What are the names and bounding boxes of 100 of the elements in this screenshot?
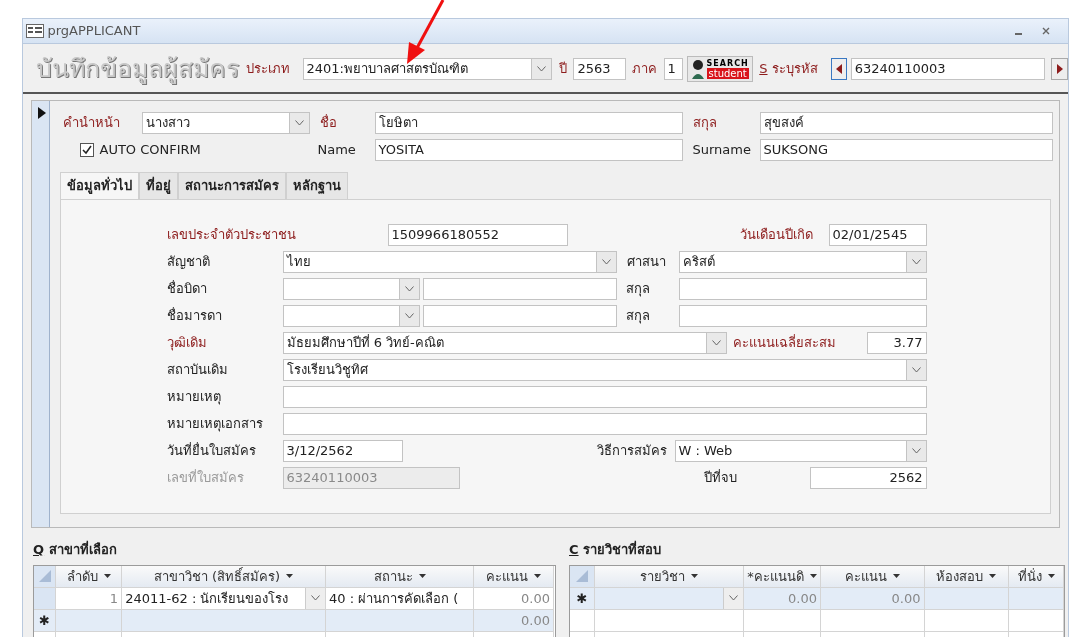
sort-arrow-icon xyxy=(809,574,817,578)
chevron-down-icon xyxy=(601,259,611,265)
term-label: ภาค xyxy=(632,60,657,79)
sort-arrow-icon xyxy=(691,574,699,578)
last-name-label: สกุล xyxy=(692,113,718,133)
row-selector[interactable]: ✱ xyxy=(570,587,595,610)
first-name-label: ชื่อ xyxy=(319,113,338,132)
dropdown-field[interactable]: มัธยมศึกษาปีที่ 6 วิทย์-คณิต xyxy=(282,332,727,354)
column-header[interactable]: ที่นั่ง xyxy=(1009,565,1064,588)
dropdown-field[interactable]: โรงเรียนวิชูทิศ xyxy=(282,359,927,381)
field-label: สกุล xyxy=(625,280,651,299)
column-header[interactable]: รายวิชา xyxy=(594,565,745,588)
auto-confirm-label: AUTO CONFIRM xyxy=(99,140,202,159)
tab[interactable]: หลักฐาน xyxy=(285,172,348,199)
text-field[interactable]: 3/12/2562 xyxy=(282,440,403,462)
record-code-field[interactable]: 63240110003 xyxy=(850,58,1045,80)
dropdown-field[interactable] xyxy=(282,278,420,300)
text-field[interactable]: 2562 xyxy=(809,467,927,489)
triangle-right-icon xyxy=(1056,64,1063,74)
field-label: วุฒิเดิม xyxy=(166,334,208,353)
last-name-field[interactable]: สุขสงค์ xyxy=(759,111,1053,134)
field-label: ชื่อมารดา xyxy=(166,306,223,326)
year-label: ปี xyxy=(558,60,567,79)
previous-record-button[interactable] xyxy=(830,58,848,80)
field-label: คะแนนเฉลี่ยสะสม xyxy=(732,333,837,353)
first-name-field[interactable]: โยษิตา xyxy=(374,111,683,134)
chevron-down-icon xyxy=(911,448,921,454)
name-label: Name xyxy=(317,140,357,159)
text-field[interactable] xyxy=(282,386,927,408)
chevron-down-icon xyxy=(294,119,304,126)
sort-arrow-icon xyxy=(534,574,541,578)
chevron-down-icon xyxy=(537,66,547,72)
form-icon xyxy=(26,24,45,38)
field-label: ศาสนา xyxy=(626,253,667,272)
sort-arrow-icon xyxy=(989,574,997,578)
surname-label: Surname xyxy=(692,140,752,159)
type-label: ประเภท xyxy=(245,60,290,79)
dropdown-field[interactable]: คริสต์ xyxy=(678,251,927,273)
text-field[interactable]: 02/01/2545 xyxy=(828,224,927,246)
close-icon xyxy=(1042,27,1051,35)
english-surname-field[interactable]: SUKSONG xyxy=(759,138,1053,161)
table-dropdown-cell[interactable]: 24011-62 : นักเรียนของโรง xyxy=(122,587,326,610)
chevron-down-icon xyxy=(711,340,721,346)
column-header[interactable]: ห้องสอบ xyxy=(924,565,1010,588)
checkbox[interactable] xyxy=(79,142,94,157)
field-label: วันเดือนปีเกิด xyxy=(738,226,813,245)
sort-arrow-icon xyxy=(892,574,900,578)
chevron-down-icon xyxy=(404,286,414,292)
table-cell: 0.00 xyxy=(474,609,554,632)
text-field[interactable]: 1509966180552 xyxy=(387,224,568,246)
year-field[interactable]: 2563 xyxy=(573,58,626,80)
tab[interactable]: ข้อมูลทั่วไป xyxy=(59,172,139,199)
title-dropdown[interactable]: นางสาว xyxy=(141,111,310,134)
record-code-label: S ระบุรหัส xyxy=(759,60,818,79)
empty-table-cell xyxy=(1009,609,1064,632)
column-header[interactable]: ลำดับ xyxy=(56,565,122,588)
search-student-button[interactable]: SEARCH student xyxy=(686,56,753,82)
row-selector[interactable]: ✱ xyxy=(34,609,56,632)
field-label: เลขที่ใบสมัคร xyxy=(166,468,245,488)
triangle-left-icon xyxy=(836,64,842,74)
dropdown-field[interactable] xyxy=(282,305,420,327)
program-type-dropdown[interactable]: 2401:พยาบาลศาสตรบัณฑิต xyxy=(302,58,553,80)
column-header[interactable]: สถานะ xyxy=(326,565,474,588)
field-label: สัญชาติ xyxy=(166,253,211,272)
text-field[interactable] xyxy=(678,278,927,300)
column-header[interactable]: *คะแนนดิ xyxy=(744,565,821,588)
text-field[interactable]: 3.77 xyxy=(866,332,927,354)
dropdown-field[interactable]: ไทย xyxy=(282,251,617,273)
field-label: ชื่อบิดา xyxy=(166,279,208,299)
row-selector[interactable] xyxy=(570,609,595,632)
sort-arrow-icon xyxy=(286,574,294,578)
select-all-corner[interactable] xyxy=(34,565,56,588)
chevron-down-icon xyxy=(911,367,921,373)
column-header[interactable]: สาขาวิชา (สิทธิ์สมัคร) xyxy=(122,565,326,588)
person-icon xyxy=(690,59,705,79)
row-selector[interactable] xyxy=(34,587,56,610)
text-field[interactable] xyxy=(678,305,927,327)
form-heading: บันทึกข้อมูลผู้สมัคร xyxy=(36,53,239,86)
dropdown-field[interactable]: W : Web xyxy=(674,440,927,462)
column-header[interactable]: คะแนน xyxy=(820,565,925,588)
text-field[interactable] xyxy=(422,305,617,327)
table-dropdown-cell[interactable] xyxy=(594,587,745,610)
text-field[interactable] xyxy=(282,413,927,435)
column-header[interactable]: คะแนน xyxy=(474,565,554,588)
field-label: สถาบันเดิม xyxy=(166,361,229,380)
english-name-field[interactable]: YOSITA xyxy=(374,138,683,161)
sort-arrow-icon xyxy=(418,574,426,578)
chevron-down-icon xyxy=(404,313,414,319)
field-label: เลขประจำตัวประชาชน xyxy=(166,226,297,245)
text-field[interactable] xyxy=(422,278,617,300)
text-field: 63240110003 xyxy=(282,467,460,489)
next-record-button[interactable] xyxy=(1051,58,1068,80)
term-field[interactable]: 1 xyxy=(663,58,684,80)
select-all-corner[interactable] xyxy=(570,565,595,588)
corner-triangle-icon xyxy=(575,570,588,582)
choices-section-title: Q สาขาที่เลือก xyxy=(33,540,118,559)
tab[interactable]: ที่อยู่ xyxy=(138,172,178,199)
exams-section-title: C รายวิชาที่สอบ xyxy=(569,540,663,559)
field-label: สกุล xyxy=(625,307,651,326)
tab[interactable]: สถานะการสมัคร xyxy=(177,172,286,199)
